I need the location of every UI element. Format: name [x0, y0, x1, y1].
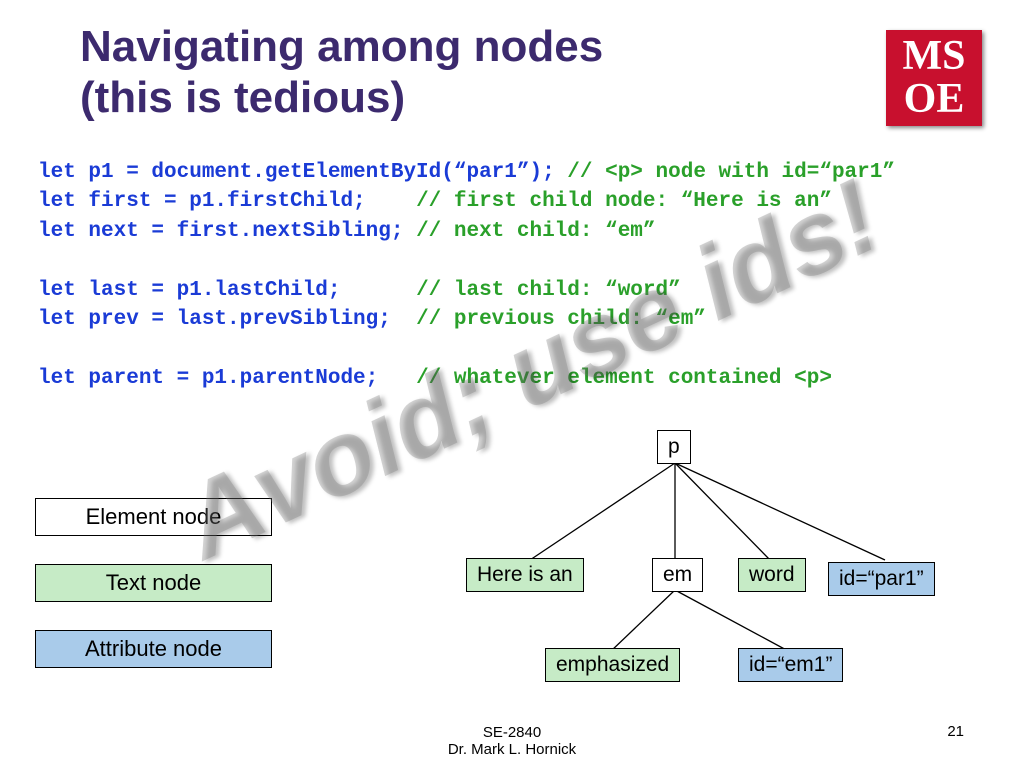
slide-title: Navigating among nodes (this is tedious) — [80, 22, 603, 123]
code-l4b: // last child: “word” — [416, 279, 681, 302]
tree-node-word: word — [738, 558, 806, 592]
logo-bottom: OE — [886, 78, 982, 120]
tree-node-em: em — [652, 558, 703, 592]
tree-node-id-em1: id=“em1” — [738, 648, 843, 682]
code-l2a: let first = p1.firstChild; — [38, 190, 416, 213]
code-l5b: // previous child: “em” — [416, 308, 706, 331]
page-number: 21 — [947, 723, 964, 740]
tree-node-here: Here is an — [466, 558, 584, 592]
logo-top: MS — [886, 30, 982, 78]
footer-author: Dr. Mark L. Hornick — [448, 741, 576, 758]
tree-node-p: p — [657, 430, 691, 464]
title-line2: (this is tedious) — [80, 73, 405, 122]
legend-text-node: Text node — [35, 564, 272, 602]
footer: SE-2840 Dr. Mark L. Hornick — [0, 724, 1024, 758]
code-l2b: // first child node: “Here is an” — [416, 190, 832, 213]
code-l4a: let last = p1.lastChild; — [38, 279, 416, 302]
legend-element-node: Element node — [35, 498, 272, 536]
msoe-logo: MS OE — [886, 30, 982, 126]
code-l3b: // next child: “em” — [416, 220, 655, 243]
code-l3a: let next = first.nextSibling; — [38, 220, 416, 243]
code-block: let p1 = document.getElementById(“par1”)… — [38, 158, 988, 393]
dom-tree-diagram: p Here is an em word id=“par1” emphasize… — [450, 430, 1010, 730]
code-l6a: let parent = p1.parentNode; — [38, 367, 416, 390]
title-line1: Navigating among nodes — [80, 22, 603, 71]
code-l6b: // whatever element contained <p> — [416, 367, 832, 390]
code-l1b: // <p> node with id=“par1” — [567, 161, 895, 184]
code-l5a: let prev = last.prevSibling; — [38, 308, 416, 331]
tree-node-id-par1: id=“par1” — [828, 562, 935, 596]
code-l1a: let p1 = document.getElementById(“par1”)… — [38, 161, 567, 184]
tree-node-emphasized: emphasized — [545, 648, 680, 682]
legend-attribute-node: Attribute node — [35, 630, 272, 668]
legend: Element node Text node Attribute node — [35, 498, 272, 696]
footer-course: SE-2840 — [483, 724, 541, 741]
